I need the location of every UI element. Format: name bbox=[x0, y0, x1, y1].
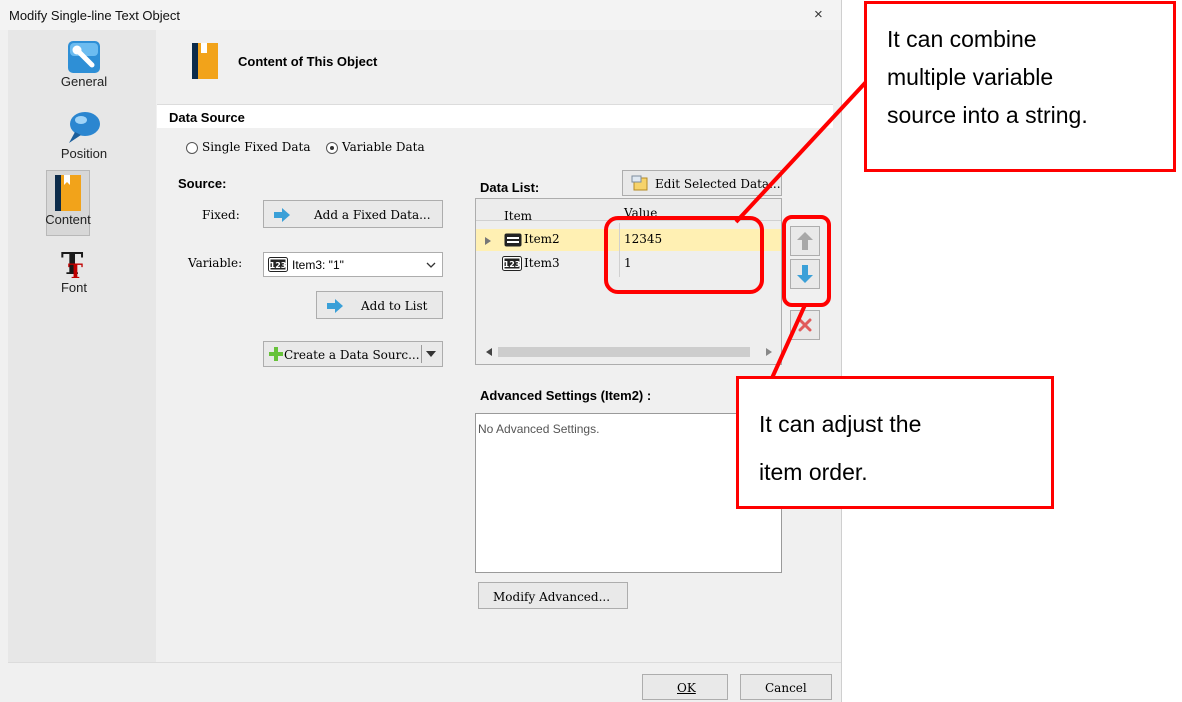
callout-line: It can adjust the bbox=[759, 411, 922, 437]
callout-line: It can combine bbox=[887, 26, 1037, 52]
value-column-highlight bbox=[604, 216, 764, 294]
annotation-callout-combine: It can combine multiple variable source … bbox=[864, 1, 1176, 172]
callout-connector-top bbox=[734, 80, 868, 224]
callout-line: multiple variable bbox=[887, 64, 1054, 90]
callout-connector-bottom bbox=[770, 304, 807, 379]
annotation-callout-order: It can adjust the item order. bbox=[736, 376, 1054, 509]
callout-line: source into a string. bbox=[887, 102, 1088, 128]
order-buttons-highlight bbox=[782, 215, 831, 307]
callout-line: item order. bbox=[759, 459, 868, 485]
